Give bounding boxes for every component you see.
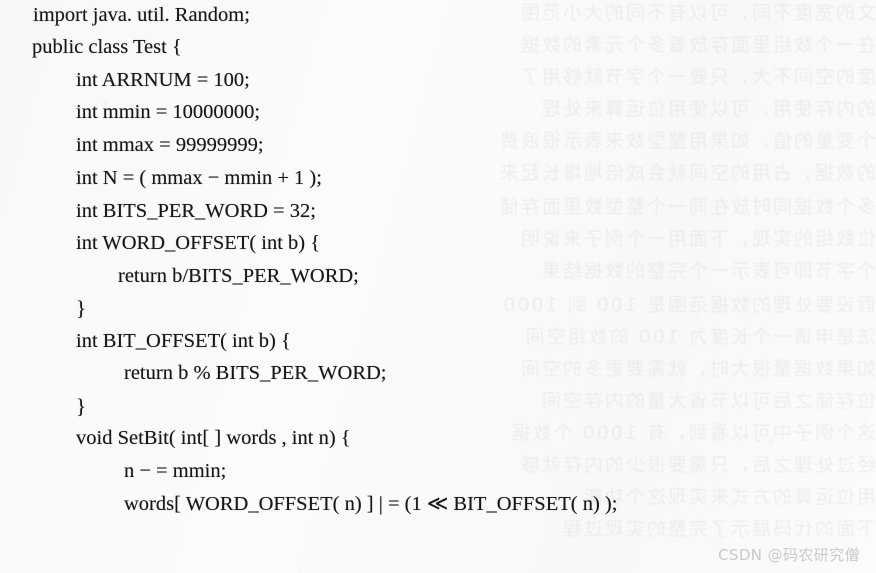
code-line: void SetBit( int[ ] words , int n) { <box>76 427 351 449</box>
code-line: int WORD_OFFSET( int b) { <box>76 232 321 254</box>
code-line: int BITS_PER_WORD = 32; <box>76 200 316 222</box>
code-line: import java. util. Random; <box>33 4 250 26</box>
code-line: int BIT_OFFSET( int b) { <box>76 330 291 352</box>
bleed-through-row: 下面的代码展示了完整的实现过程 <box>560 518 876 540</box>
code-line: int mmin = 10000000; <box>76 101 261 123</box>
code-line: n − = mmin; <box>124 460 227 482</box>
code-line: } <box>76 296 87 320</box>
code-line: return b/BITS_PER_WORD; <box>118 265 359 287</box>
code-line: } <box>76 394 87 418</box>
code-line: return b % BITS_PER_WORD; <box>124 362 387 384</box>
csdn-watermark: CSDN @码农研究僧 <box>718 546 860 564</box>
code-line: words[ WORD_OFFSET( n) ] | = (1 ≪ BIT_OF… <box>124 493 618 515</box>
bleed-through-row: 位存储之后可以节省大量的内存空间 <box>539 390 876 412</box>
code-line: int mmax = 99999999; <box>76 134 264 156</box>
bleed-through-row: 假设要处理的数据范围是 100 到 1000 <box>501 294 876 316</box>
code-line: int ARRNUM = 100; <box>76 69 250 91</box>
scanned-page: 文的宽度不同，可以有不同的大小范围 在一个数组里面存放着多个元素的数据 度的空间不大… <box>0 0 876 573</box>
code-line: int N = ( mmax − mmin + 1 ); <box>76 167 322 189</box>
code-line: public class Test { <box>32 36 182 58</box>
